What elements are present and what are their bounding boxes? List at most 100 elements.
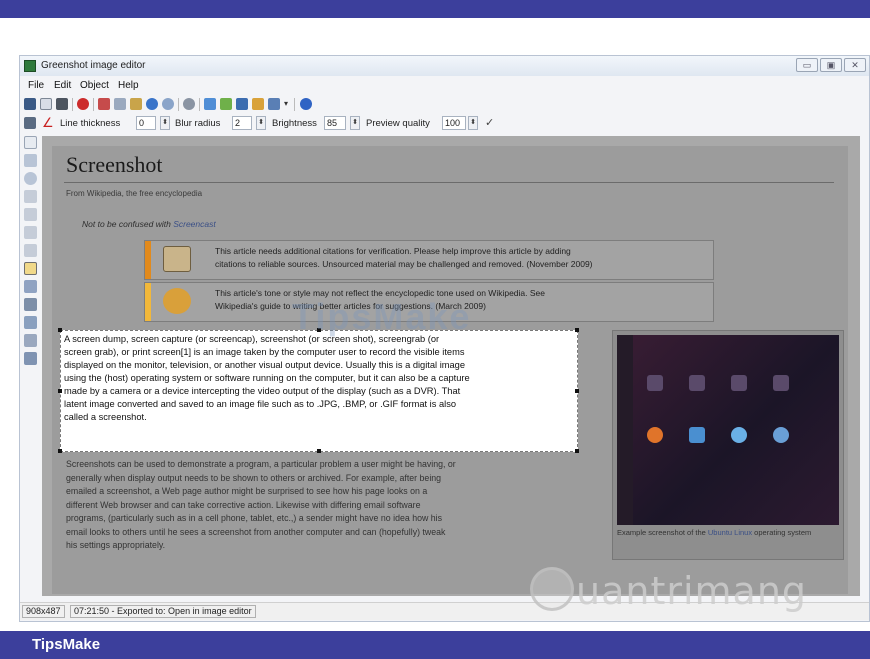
hatnote: Not to be confused with Screencast [82,219,216,229]
title-divider [64,182,834,183]
resize-handle[interactable] [58,449,62,453]
watermark-text: uantrimang [576,569,808,613]
main-toolbar: ▾ [20,96,869,114]
menu-bar: File Edit Object Help [20,78,869,94]
confirm-icon[interactable]: ✓ [485,117,497,129]
brightness-input[interactable]: 85 [324,116,346,130]
pointer-tool-icon[interactable] [24,136,37,149]
redo-icon[interactable] [162,98,174,110]
editor-canvas[interactable]: Screenshot From Wikipedia, the free ency… [42,136,860,596]
text-tool-icon[interactable] [24,244,37,257]
highlight-tool-icon[interactable] [24,298,37,311]
blur-radius-stepper[interactable]: ⬍ [256,116,266,130]
menu-object[interactable]: Object [80,80,109,91]
captured-wiki-page: Screenshot From Wikipedia, the free ency… [52,146,848,594]
paste-icon[interactable] [130,98,142,110]
wiki-subtitle: From Wikipedia, the free encyclopedia [66,189,203,198]
preview-quality-stepper[interactable]: ⬍ [468,116,478,130]
plugin-icon[interactable] [252,98,264,110]
cut-icon[interactable] [98,98,110,110]
print-icon[interactable] [56,98,68,110]
crop-menu-icon[interactable] [24,117,36,129]
top-frame-bar [0,0,870,18]
copy-icon[interactable] [114,98,126,110]
freehand-tool-icon[interactable] [24,226,37,239]
preview-quality-label: Preview quality [366,118,430,129]
hl-line: latent image converted and saved to an i… [64,399,457,409]
resize-handle[interactable] [575,328,579,332]
hatnote-link: Screencast [173,219,216,229]
resize-handle[interactable] [575,389,579,393]
thumbnail-caption: Example screenshot of the Ubuntu Linux o… [617,528,812,537]
line-color-icon[interactable]: ∠ [42,116,54,129]
hl-line: called a screenshot. [64,412,147,422]
tipsmake-overlay-watermark: TipsMake [292,296,472,337]
ubuntu-screenshot-thumbnail: Example screenshot of the Ubuntu Linux o… [612,330,844,560]
hl-line: made by a camera or a device interceptin… [64,386,461,396]
hatnote-text: Not to be confused with [82,219,174,229]
greenshot-editor-window: Greenshot image editor ▭ ▣ ✕ File Edit O… [19,55,870,622]
blur-radius-label: Blur radius [175,118,221,129]
image-tool-icon[interactable] [24,352,37,365]
line-thickness-label: Line thickness [60,118,121,129]
citation-notice: This article needs additional citations … [144,240,714,280]
clipboard-icon[interactable] [40,98,52,110]
selected-text-region[interactable]: A screen dump, screen capture (or screen… [58,328,579,453]
minimize-button[interactable]: ▭ [796,58,818,72]
menu-help[interactable]: Help [118,80,139,91]
help-icon[interactable] [300,98,312,110]
window-title: Greenshot image editor [41,60,146,71]
drawing-tools-sidebar [22,136,40,436]
hl-line: screen grab), or print screen[1] is an i… [64,347,465,357]
speechbubble-tool-icon[interactable] [24,262,37,275]
line-thickness-stepper[interactable]: ⬍ [160,116,170,130]
resize-handle[interactable] [58,389,62,393]
broom-icon [163,288,191,314]
preview-quality-input[interactable]: 100 [442,116,466,130]
line-thickness-input[interactable]: 0 [136,116,156,130]
export-icon[interactable] [236,98,248,110]
title-bar: Greenshot image editor ▭ ▣ ✕ [20,56,869,76]
maximize-button[interactable]: ▣ [820,58,842,72]
menu-edit[interactable]: Edit [54,80,71,91]
watermark-logo-icon [530,567,574,611]
image-icon[interactable] [220,98,232,110]
hl-line: using the (host) operating system or sof… [64,373,470,383]
ubuntu-desktop-image [617,335,839,525]
resize-handle[interactable] [317,449,321,453]
menu-file[interactable]: File [28,80,44,91]
effects-icon[interactable] [268,98,280,110]
greenshot-app-icon [24,60,36,72]
citation-notice-line1: This article needs additional citations … [215,246,571,256]
undo-icon[interactable] [146,98,158,110]
close-button[interactable]: ✕ [844,58,866,72]
resize-handle[interactable] [58,328,62,332]
rectangle-tool-icon[interactable] [24,154,37,167]
counter-tool-icon[interactable] [24,280,37,293]
citation-notice-line2: citations to reliable sources. Unsourced… [215,259,593,269]
footer-bar: TipsMake [0,631,870,659]
status-message: 07:21:50 - Exported to: Open in image ed… [70,605,256,618]
brightness-label: Brightness [272,118,317,129]
resize-handle[interactable] [575,449,579,453]
no-entry-icon[interactable] [77,98,89,110]
upload-icon[interactable] [204,98,216,110]
crop-tool-icon[interactable] [24,334,37,347]
hl-line: displayed on the monitor, television, or… [64,360,466,370]
save-icon[interactable] [24,98,36,110]
chevron-down-icon[interactable]: ▾ [282,98,290,110]
line-tool-icon[interactable] [24,190,37,203]
properties-toolbar: ∠ Line thickness 0 ⬍ Blur radius 2 ⬍ Bri… [20,115,869,133]
footer-brand: TipsMake [32,636,101,653]
blur-radius-input[interactable]: 2 [232,116,252,130]
arrow-tool-icon[interactable] [24,208,37,221]
obfuscate-tool-icon[interactable] [24,316,37,329]
image-size-readout: 908x487 [22,605,65,618]
settings-icon[interactable] [183,98,195,110]
highlighted-paragraph: A screen dump, screen capture (or screen… [64,333,576,424]
book-icon [163,246,191,272]
page-title: Screenshot [66,152,163,177]
brightness-stepper[interactable]: ⬍ [350,116,360,130]
quantrimang-watermark: uantrimang [530,565,860,613]
ellipse-tool-icon[interactable] [24,172,37,185]
